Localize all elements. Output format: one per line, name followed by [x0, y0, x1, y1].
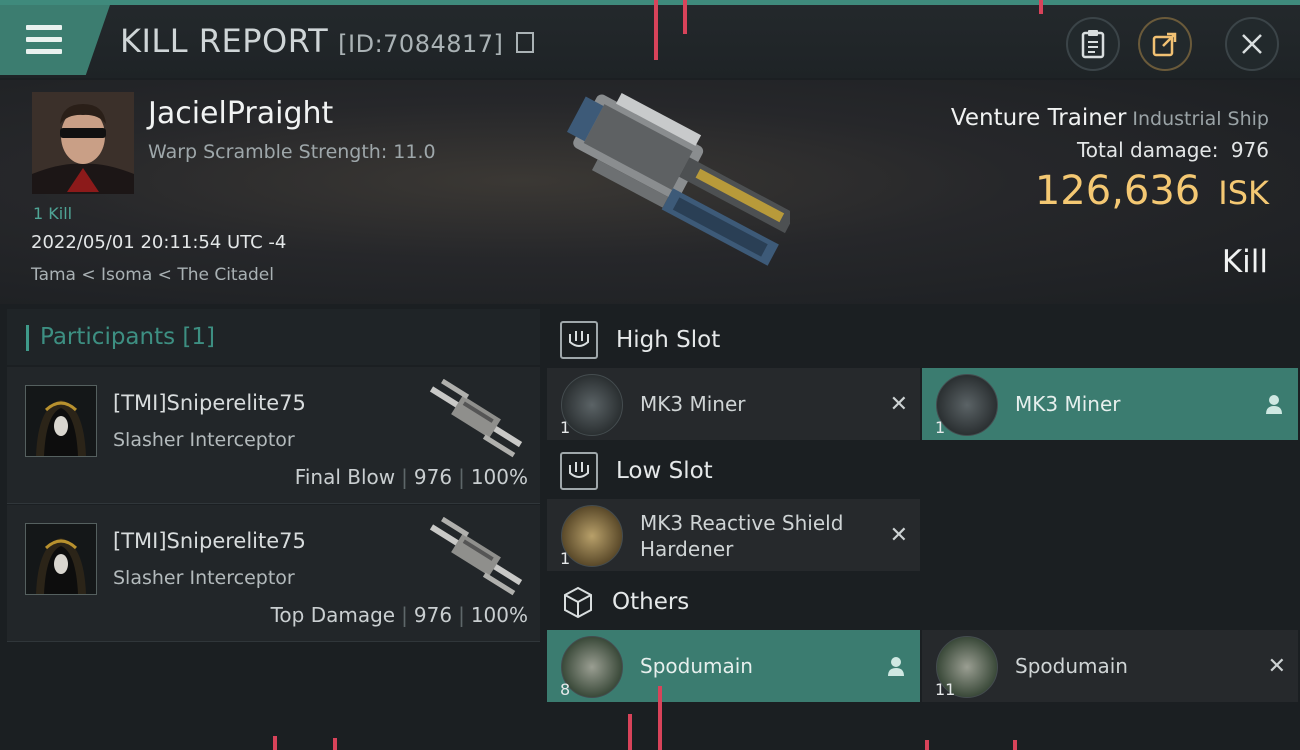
signal-tick [1013, 740, 1017, 750]
participant-row[interactable]: [TMI]Sniperelite75 Slasher Interceptor F… [7, 367, 540, 504]
others-title: Others [612, 589, 690, 615]
clipboard-button[interactable] [1066, 17, 1120, 71]
participant-avatar[interactable] [25, 385, 97, 457]
destroyed-icon: ✕ [1267, 653, 1286, 679]
participants-accent [26, 325, 29, 351]
item-quantity: 1 [560, 418, 571, 437]
title-text: KILL REPORT [120, 22, 329, 60]
isk-value: 126,636 ISK [1035, 168, 1269, 214]
mk3-miner-thumbnail [561, 374, 623, 436]
signal-tick [333, 738, 337, 750]
item-name-line2: Hardener [640, 537, 734, 561]
others-header: Others [560, 582, 689, 622]
participant-stats: Final Blow | 976 | 100% [294, 465, 528, 489]
participant-stats: Top Damage | 976 | 100% [270, 603, 528, 627]
destroyed-icon: ✕ [889, 391, 908, 417]
signal-tick [683, 0, 687, 34]
kill-timestamp: 2022/05/01 20:11:54 UTC -4 [31, 232, 287, 253]
high-slot-title: High Slot [616, 327, 721, 353]
participant-damage: 976 [413, 465, 453, 489]
copy-icon[interactable] [516, 32, 535, 53]
close-button[interactable] [1225, 17, 1279, 71]
participant-name[interactable]: [TMI]Sniperelite75 [113, 529, 306, 553]
cargo-item[interactable]: 11 Spodumain ✕ [922, 630, 1298, 702]
victim-ship-class: Industrial Ship [1132, 108, 1269, 130]
participant-percent: 100% [470, 603, 528, 627]
victim-ship-name[interactable]: Venture Trainer [951, 105, 1126, 131]
spodumain-thumbnail [561, 636, 623, 698]
module-item[interactable]: 1 MK3 Miner ✕ [547, 368, 920, 440]
report-id: [ID:7084817] [338, 30, 504, 58]
participant-role: Top Damage [270, 603, 396, 627]
participant-damage: 976 [413, 603, 453, 627]
total-damage-label: Total damage: [1076, 138, 1219, 162]
cube-icon [560, 584, 596, 620]
low-slot-title: Low Slot [616, 458, 713, 484]
clipboard-icon [1081, 30, 1105, 59]
page-title: KILL REPORT [ID:7084817] [120, 22, 535, 60]
kill-count: 1 Kill [33, 204, 73, 223]
signal-tick [628, 714, 632, 750]
module-item[interactable]: 1 MK3 Miner [922, 368, 1298, 440]
signal-tick [273, 736, 277, 750]
top-bar-accent-line [0, 0, 1300, 5]
participant-percent: 100% [470, 465, 528, 489]
victim-avatar[interactable] [32, 92, 134, 194]
item-quantity: 1 [935, 418, 946, 437]
participant-row[interactable]: [TMI]Sniperelite75 Slasher Interceptor T… [7, 505, 540, 642]
participant-ship: Slasher Interceptor [113, 567, 295, 589]
item-quantity: 8 [560, 680, 571, 699]
kill-location[interactable]: Tama < Isoma < The Citadel [31, 265, 274, 285]
module-item[interactable]: 1 MK3 Reactive Shield Hardener ✕ [547, 499, 920, 571]
participant-ship-image[interactable] [417, 517, 532, 597]
item-name: Spodumain [640, 654, 753, 678]
item-name: MK3 Reactive Shield Hardener [640, 510, 843, 562]
victim-ship-image[interactable] [520, 90, 790, 290]
participant-avatar[interactable] [25, 523, 97, 595]
total-damage: Total damage: 976 [1077, 138, 1269, 162]
signal-tick [1039, 0, 1043, 14]
shield-hardener-thumbnail [561, 505, 623, 567]
participant-ship-image[interactable] [417, 379, 532, 459]
signal-tick [658, 686, 662, 750]
high-slot-header: High Slot [560, 320, 720, 360]
item-name: MK3 Miner [640, 392, 746, 416]
isk-unit: ISK [1218, 174, 1269, 212]
item-quantity: 11 [935, 680, 956, 699]
item-name: MK3 Miner [1015, 392, 1121, 416]
mk3-miner-thumbnail [936, 374, 998, 436]
signal-tick [654, 0, 658, 60]
low-slot-icon [560, 452, 598, 490]
kill-result-label: Kill [1221, 244, 1268, 280]
signal-tick [925, 740, 929, 750]
dropped-person-icon [888, 657, 904, 676]
participant-role: Final Blow [294, 465, 396, 489]
isk-amount: 126,636 [1034, 168, 1201, 214]
participants-title: Participants [1] [40, 324, 215, 350]
destroyed-icon: ✕ [889, 522, 908, 548]
total-damage-value: 976 [1230, 138, 1269, 162]
item-name: Spodumain [1015, 654, 1128, 678]
high-slot-icon [560, 321, 598, 359]
item-quantity: 1 [560, 549, 571, 568]
close-icon [1242, 34, 1262, 54]
share-button[interactable] [1138, 17, 1192, 71]
victim-pilot-name[interactable]: JacielPraight [148, 96, 333, 131]
cargo-item[interactable]: 8 Spodumain [547, 630, 920, 702]
low-slot-header: Low Slot [560, 451, 713, 491]
dropped-person-icon [1266, 395, 1282, 414]
warp-scramble-strength: Warp Scramble Strength: 11.0 [148, 141, 436, 163]
share-icon [1152, 32, 1177, 57]
item-name-line1: MK3 Reactive Shield [640, 511, 844, 535]
participant-ship: Slasher Interceptor [113, 429, 295, 451]
participant-name[interactable]: [TMI]Sniperelite75 [113, 391, 306, 415]
victim-ship-info: Venture Trainer Industrial Ship [951, 105, 1269, 131]
pilot-portrait [32, 92, 134, 194]
